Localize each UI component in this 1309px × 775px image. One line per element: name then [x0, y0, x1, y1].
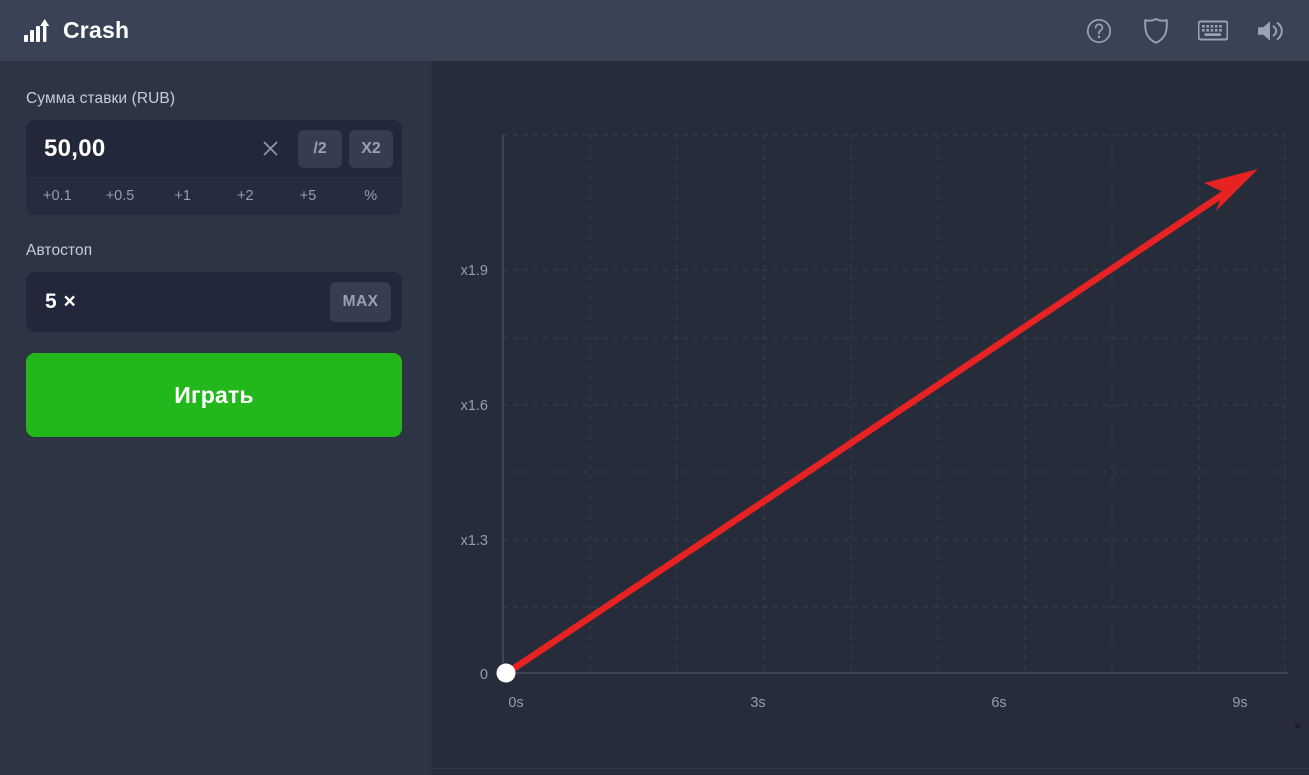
crash-multiplier-curve: [503, 169, 1258, 677]
autostop-input[interactable]: [45, 290, 330, 314]
svg-text:x1.9: x1.9: [461, 263, 488, 279]
bet-quick-add-4[interactable]: +5: [277, 189, 340, 204]
svg-text:x1.3: x1.3: [461, 533, 488, 549]
brand: Crash: [24, 17, 130, 43]
bet-quick-add-1[interactable]: +0.5: [89, 189, 152, 204]
curve-start-dot: [496, 663, 516, 683]
svg-text:3s: 3s: [750, 695, 765, 711]
chart-x-tick-labels: 0s 3s 6s 9s: [508, 695, 1247, 711]
top-bar-actions: [1084, 16, 1285, 46]
volume-icon[interactable]: [1255, 16, 1285, 46]
bet-double-button[interactable]: X2: [349, 129, 393, 168]
svg-text:0: 0: [480, 667, 488, 683]
bet-sidebar: Сумма ставки (RUB) /2 X2 +0.1 +0.5 +1 +2…: [0, 61, 431, 775]
keyboard-icon[interactable]: [1198, 16, 1228, 46]
bet-quick-add-3[interactable]: +2: [214, 189, 277, 204]
bet-halve-button[interactable]: /2: [298, 129, 342, 168]
help-icon[interactable]: [1084, 16, 1114, 46]
chart-bottom-divider: [432, 768, 1309, 769]
chart-vertical-gridlines: [589, 135, 1286, 673]
bet-amount-label: Сумма ставки (RUB): [26, 90, 176, 107]
shield-icon[interactable]: [1141, 16, 1171, 46]
page-title: Crash: [63, 17, 130, 43]
bet-amount-box: /2 X2 +0.1 +0.5 +1 +2 +5 %: [26, 120, 402, 215]
bet-percent-button[interactable]: %: [339, 189, 402, 204]
bar-chart-arrow-icon: [24, 18, 50, 43]
crash-chart-panel: x1.9 x1.6 x1.3 0 0s 3s 6s 9s: [432, 61, 1309, 775]
bet-quick-add-2[interactable]: +1: [151, 189, 214, 204]
bet-amount-input[interactable]: [44, 134, 255, 163]
close-icon[interactable]: [255, 134, 285, 164]
chart-horizontal-gridlines: [503, 134, 1285, 608]
bet-amount-row: /2 X2: [26, 120, 402, 177]
svg-text:x1.6: x1.6: [461, 398, 488, 414]
body-area: Сумма ставки (RUB) /2 X2 +0.1 +0.5 +1 +2…: [0, 61, 1309, 775]
bet-quick-add-0[interactable]: +0.1: [26, 189, 89, 204]
play-button[interactable]: Играть: [26, 353, 402, 437]
svg-text:6s: 6s: [991, 695, 1006, 711]
svg-text:9s: 9s: [1232, 695, 1247, 711]
autostop-label: Автостоп: [26, 242, 93, 259]
bet-quick-add-row: +0.1 +0.5 +1 +2 +5 %: [26, 177, 402, 215]
svg-text:0s: 0s: [508, 695, 523, 711]
autostop-max-button[interactable]: MAX: [330, 282, 391, 322]
crash-chart: x1.9 x1.6 x1.3 0 0s 3s 6s 9s: [461, 134, 1288, 711]
chart-corner-marker: [1295, 723, 1300, 728]
top-bar: Crash: [0, 0, 1309, 61]
autostop-box: MAX: [26, 272, 402, 332]
chart-y-tick-labels: x1.9 x1.6 x1.3 0: [461, 263, 488, 683]
